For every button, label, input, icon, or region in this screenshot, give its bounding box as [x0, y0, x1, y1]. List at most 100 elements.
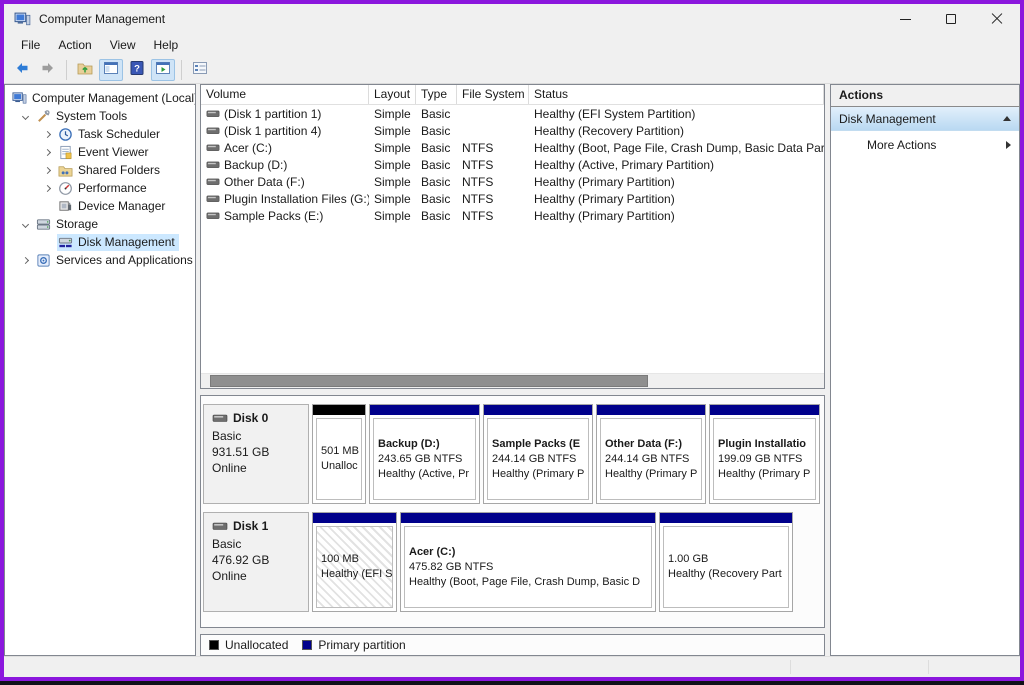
- shared-folders-icon: [58, 163, 73, 178]
- back-button[interactable]: [10, 59, 34, 81]
- app-icon: [14, 11, 31, 28]
- disk-label-disk-1[interactable]: Disk 1Basic476.92 GBOnline: [203, 512, 309, 612]
- disk-label-disk-0[interactable]: Disk 0Basic931.51 GBOnline: [203, 404, 309, 504]
- horizontal-scrollbar[interactable]: [201, 373, 824, 388]
- partition-sample-packs-e[interactable]: Sample Packs (E244.14 GB NTFSHealthy (Pr…: [483, 404, 593, 504]
- volume-name: Sample Packs (E:): [224, 209, 323, 223]
- disk-info-line: Basic: [212, 428, 300, 444]
- tree-chevron-slot[interactable]: [15, 222, 35, 227]
- partition-unnamed[interactable]: 501 MBUnalloc: [312, 404, 366, 504]
- chevron-right-icon[interactable]: [21, 256, 28, 263]
- legend-item-unallocated: Unallocated: [209, 638, 288, 652]
- sidebar-item-performance[interactable]: Performance: [5, 179, 195, 197]
- volume-name-cell: Acer (C:): [201, 141, 369, 155]
- volume-icon: [206, 110, 220, 118]
- partition-plugin-installatio[interactable]: Plugin Installatio199.09 GB NTFSHealthy …: [709, 404, 820, 504]
- file-system-cell: NTFS: [457, 175, 529, 189]
- chevron-right-icon[interactable]: [43, 148, 50, 155]
- sidebar-item-computer-management-local[interactable]: Computer Management (Local): [5, 89, 195, 107]
- close-button[interactable]: [974, 4, 1020, 34]
- status-cell: Healthy (Primary Partition): [529, 192, 824, 206]
- menu-item-view[interactable]: View: [101, 36, 145, 54]
- column-header-layout[interactable]: Layout: [369, 85, 416, 104]
- column-header-file-system[interactable]: File System: [457, 85, 529, 104]
- volume-row[interactable]: (Disk 1 partition 1)SimpleBasicHealthy (…: [201, 105, 824, 122]
- partition-color-bar: [313, 405, 365, 415]
- column-header-status[interactable]: Status: [529, 85, 824, 104]
- tree-chevron-slot[interactable]: [37, 186, 57, 191]
- tree-chevron-slot[interactable]: [37, 132, 57, 137]
- menu-item-file[interactable]: File: [12, 36, 49, 54]
- action-pane-button[interactable]: [151, 59, 175, 81]
- partition-backup-d[interactable]: Backup (D:)243.65 GB NTFSHealthy (Active…: [369, 404, 480, 504]
- more-actions-item[interactable]: More Actions: [831, 131, 1019, 159]
- actions-group-disk-management[interactable]: Disk Management: [831, 107, 1019, 131]
- volume-row[interactable]: Plugin Installation Files (G:)SimpleBasi…: [201, 190, 824, 207]
- chevron-right-icon[interactable]: [43, 166, 50, 173]
- disk-info-line: Online: [212, 568, 300, 584]
- tree-item-content: Task Scheduler: [57, 126, 164, 143]
- status-cell: Healthy (Boot, Page File, Crash Dump, Ba…: [529, 141, 824, 155]
- maximize-button[interactable]: [928, 4, 974, 34]
- chevron-down-icon[interactable]: [21, 112, 28, 119]
- volume-row[interactable]: Backup (D:)SimpleBasicNTFSHealthy (Activ…: [201, 156, 824, 173]
- chevron-right-icon[interactable]: [43, 130, 50, 137]
- tree-chevron-slot[interactable]: [37, 150, 57, 155]
- disk-info-line: Online: [212, 460, 300, 476]
- partition-unnamed[interactable]: 100 MBHealthy (EFI S: [312, 512, 397, 612]
- sidebar-item-system-tools[interactable]: System Tools: [5, 107, 195, 125]
- volume-row[interactable]: Sample Packs (E:)SimpleBasicNTFSHealthy …: [201, 207, 824, 224]
- layout-cell: Simple: [369, 107, 416, 121]
- minimize-icon: [900, 19, 911, 20]
- partition-unnamed[interactable]: 1.00 GBHealthy (Recovery Part: [659, 512, 793, 612]
- help-button[interactable]: ?: [125, 59, 149, 81]
- volume-row[interactable]: Acer (C:)SimpleBasicNTFSHealthy (Boot, P…: [201, 139, 824, 156]
- forward-button[interactable]: [36, 59, 60, 81]
- actions-header: Actions: [831, 85, 1019, 107]
- window-title: Computer Management: [39, 12, 165, 26]
- horizontal-scrollbar-thumb[interactable]: [210, 375, 648, 387]
- chevron-down-icon[interactable]: [21, 220, 28, 227]
- minimize-button[interactable]: [882, 4, 928, 34]
- partition-body: Sample Packs (E244.14 GB NTFSHealthy (Pr…: [487, 418, 589, 500]
- partition-acer-c[interactable]: Acer (C:)475.82 GB NTFSHealthy (Boot, Pa…: [400, 512, 656, 612]
- layout-cell: Simple: [369, 175, 416, 189]
- close-icon: [991, 13, 1003, 25]
- volume-row[interactable]: (Disk 1 partition 4)SimpleBasicHealthy (…: [201, 122, 824, 139]
- sidebar-item-shared-folders[interactable]: Shared Folders: [5, 161, 195, 179]
- sidebar-item-storage[interactable]: Storage: [5, 215, 195, 233]
- partition-body: Backup (D:)243.65 GB NTFSHealthy (Active…: [373, 418, 476, 500]
- type-cell: Basic: [416, 192, 457, 206]
- type-cell: Basic: [416, 141, 457, 155]
- sidebar-item-device-manager[interactable]: Device Manager: [5, 197, 195, 215]
- partition-info-line: 100 MB: [321, 552, 388, 567]
- tree-item-content: Shared Folders: [57, 162, 164, 179]
- sidebar-item-task-scheduler[interactable]: Task Scheduler: [5, 125, 195, 143]
- tree-chevron-slot[interactable]: [37, 168, 57, 173]
- partition-other-data-f[interactable]: Other Data (F:)244.14 GB NTFSHealthy (Pr…: [596, 404, 706, 504]
- menu-item-action[interactable]: Action: [49, 36, 100, 54]
- layout-cell: Simple: [369, 141, 416, 155]
- sidebar-item-services-and-applications[interactable]: Services and Applications: [5, 251, 195, 269]
- properties-button[interactable]: [188, 59, 212, 81]
- system-tools-icon: [36, 109, 51, 124]
- menu-item-help[interactable]: Help: [145, 36, 188, 54]
- status-cell: Healthy (Primary Partition): [529, 175, 824, 189]
- disk-name: Disk 1: [212, 519, 300, 533]
- sidebar-item-event-viewer[interactable]: Event Viewer: [5, 143, 195, 161]
- folder-up-button[interactable]: [73, 59, 97, 81]
- performance-icon: [58, 181, 73, 196]
- volume-row[interactable]: Other Data (F:)SimpleBasicNTFSHealthy (P…: [201, 173, 824, 190]
- chevron-right-icon[interactable]: [43, 184, 50, 191]
- partition-title: Backup (D:): [378, 437, 471, 452]
- disk-management-icon: [58, 235, 73, 250]
- console-tree-button[interactable]: [99, 59, 123, 81]
- properties-icon: [192, 60, 208, 79]
- status-cell: Healthy (Primary Partition): [529, 209, 824, 223]
- tree-item-label: Device Manager: [78, 199, 165, 213]
- sidebar-item-disk-management[interactable]: Disk Management: [5, 233, 195, 251]
- tree-chevron-slot[interactable]: [15, 114, 35, 119]
- column-header-type[interactable]: Type: [416, 85, 457, 104]
- tree-chevron-slot[interactable]: [15, 258, 35, 263]
- column-header-volume[interactable]: Volume: [201, 85, 369, 104]
